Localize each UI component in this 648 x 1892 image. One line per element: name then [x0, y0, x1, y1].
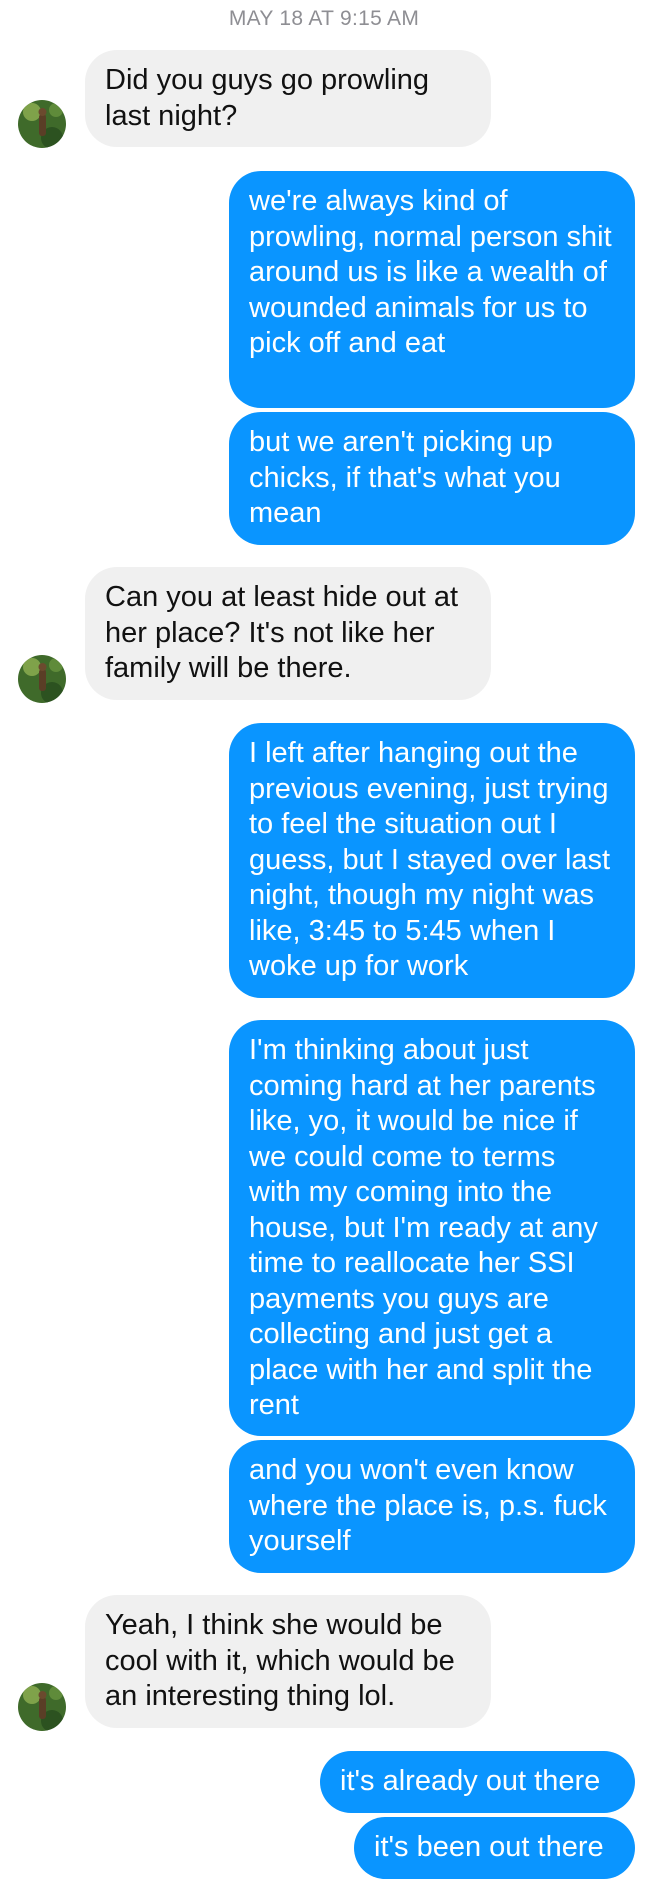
outgoing-message-bubble[interactable]: but we aren't picking up chicks, if that…: [229, 412, 635, 545]
conversation-timestamp: MAY 18 AT 9:15 AM: [228, 7, 420, 30]
outgoing-message-bubble[interactable]: it's already out there: [320, 1751, 635, 1813]
incoming-message-bubble[interactable]: Yeah, I think she would be cool with it,…: [85, 1595, 491, 1728]
contact-avatar-icon: [18, 100, 66, 148]
outgoing-message-bubble[interactable]: we're always kind of prowling, normal pe…: [229, 171, 635, 408]
outgoing-message-bubble[interactable]: I left after hanging out the previous ev…: [229, 723, 635, 998]
incoming-message-bubble[interactable]: Did you guys go prowling last night?: [85, 50, 491, 147]
outgoing-message-bubble[interactable]: and you won't even know where the place …: [229, 1440, 635, 1573]
contact-avatar[interactable]: [18, 655, 66, 703]
outgoing-message-bubble[interactable]: I'm thinking about just coming hard at h…: [229, 1020, 635, 1436]
contact-avatar[interactable]: [18, 100, 66, 148]
contact-avatar[interactable]: [18, 1683, 66, 1731]
outgoing-message-bubble[interactable]: it's been out there: [354, 1817, 635, 1879]
contact-avatar-icon: [18, 655, 66, 703]
contact-avatar-icon: [18, 1683, 66, 1731]
incoming-message-bubble[interactable]: Can you at least hide out at her place? …: [85, 567, 491, 700]
